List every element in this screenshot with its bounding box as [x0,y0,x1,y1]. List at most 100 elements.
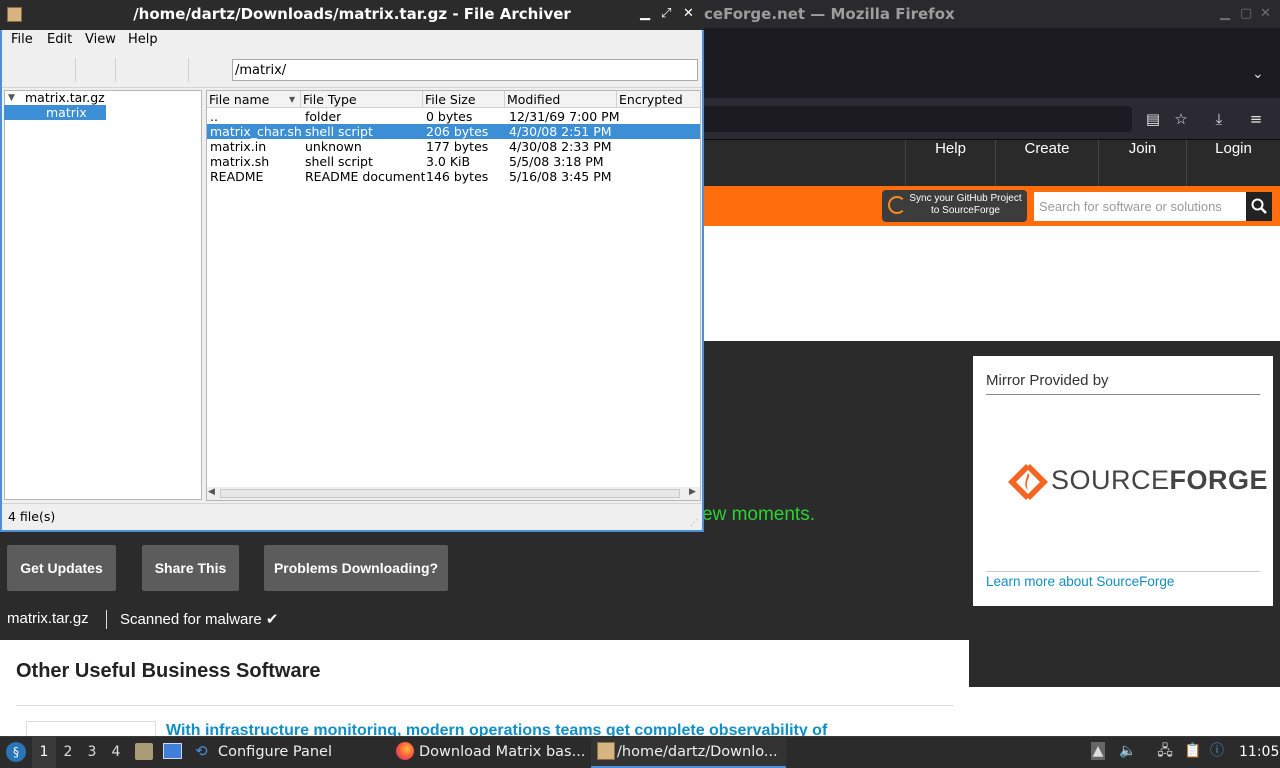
cell-size: 177 bytes [426,139,489,154]
separator [106,610,107,629]
toolbar-separator [75,58,76,82]
scroll-track[interactable] [220,489,680,498]
archiver-close-button[interactable]: ✕ [683,6,694,21]
sort-desc-icon: ▼ [289,95,296,104]
other-software-divider [16,705,954,706]
sync-line-1: Sync your GitHub Project [909,193,1022,204]
menu-icon[interactable]: ≡ [1245,108,1267,130]
archive-icon [7,7,22,22]
task-firefox[interactable]: Download Matrix bas... [393,736,587,768]
sourceforge-logo-text: SOURCEFORGE [1051,465,1269,495]
sf-search-button[interactable] [1246,192,1272,221]
resize-grip-icon[interactable]: ⋰ [690,518,700,528]
archiver-minimize-button[interactable]: ▁ [640,6,650,21]
menu-edit[interactable]: Edit [47,32,72,47]
list-all-tabs-icon[interactable]: ⌄ [1252,66,1264,82]
malware-scan-status: Scanned for malware ✔ [120,611,279,628]
show-desktop-icon[interactable] [163,743,182,759]
firefox-close-button[interactable]: ✕ [1260,6,1271,21]
mirror-title: Mirror Provided by [986,372,1109,389]
workspace-2[interactable]: 2 [56,736,80,768]
cell-type: README document [305,169,426,184]
column-header-type[interactable]: File Type [301,91,423,108]
tree-expander-icon[interactable]: ▼ [8,93,15,103]
ad-headline-link[interactable]: With infrastructure monitoring, modern o… [166,722,866,736]
mirror-divider [986,394,1260,395]
share-this-button[interactable]: Share This [142,545,239,591]
sourceforge-logo-icon [1008,464,1048,500]
learn-more-link[interactable]: Learn more about SourceForge [986,574,1174,589]
archive-icon [597,742,615,760]
problems-downloading-button[interactable]: Problems Downloading? [264,545,448,591]
reader-view-icon[interactable]: ▤ [1142,108,1164,130]
firefox-window-title: ceForge.net — Mozilla Firefox [704,5,955,23]
sf-nav-create[interactable]: Create [995,140,1098,186]
cell-modified: 4/30/08 2:51 PM [509,124,612,139]
column-header-modified[interactable]: Modified [505,91,617,108]
cell-name: .. [210,109,218,124]
column-header-name-label: File name [209,92,270,107]
tray-arrow-icon[interactable]: ▲ [1091,742,1105,760]
workspace-1[interactable]: 1 [32,736,56,768]
network-icon[interactable]: 🖧 [1156,742,1174,760]
toolbar-separator [188,58,189,82]
cell-type: unknown [305,139,362,154]
sync-icon [888,196,906,214]
notification-icon[interactable]: ⓘ [1208,742,1226,760]
sf-nav-login[interactable]: Login [1186,140,1280,186]
get-updates-button[interactable]: Get Updates [7,545,116,591]
cell-size: 146 bytes [426,169,489,184]
cell-name: README [210,169,264,184]
toolbar-separator [115,58,116,82]
tree-root-item[interactable]: matrix.tar.gz [25,90,105,105]
archiver-titlebar[interactable]: /home/dartz/Downloads/matrix.tar.gz - Fi… [0,0,704,30]
volume-icon[interactable]: 🔈 [1119,742,1137,760]
archiver-maximize-button[interactable]: ⤢ [661,6,671,21]
cell-modified: 5/5/08 3:18 PM [509,154,604,169]
firefox-url-bar[interactable] [690,106,1132,132]
sf-nav-join[interactable]: Join [1098,140,1186,186]
scroll-right-icon[interactable]: ▶ [689,487,696,497]
table-row[interactable]: matrix.in unknown 177 bytes 4/30/08 2:33 PM [207,139,700,154]
column-header-name[interactable]: File name ▼ [207,91,301,108]
file-manager-launcher-icon[interactable] [135,743,153,760]
table-row[interactable]: matrix.sh shell script 3.0 KiB 5/5/08 3:18 … [207,154,700,169]
location-input[interactable] [232,59,698,81]
sync-line-2: to SourceForge [931,205,1000,216]
app-menu-icon[interactable]: § [6,742,26,762]
task-configure-panel[interactable]: Configure Panel [192,736,382,768]
bookmark-star-icon[interactable]: ☆ [1170,108,1192,130]
folder-tree [4,90,202,500]
sf-nav-help[interactable]: Help [905,140,995,186]
file-count-status: 4 file(s) [8,509,56,524]
table-row[interactable]: .. folder 0 bytes 12/31/69 7:00 PM [207,109,700,124]
menu-help[interactable]: Help [128,32,158,47]
firefox-icon [396,742,414,760]
menu-file[interactable]: File [11,32,33,47]
task-file-archiver[interactable]: /home/dartz/Downlo... [591,736,786,768]
menu-view[interactable]: View [85,32,116,47]
workspace-4[interactable]: 4 [104,736,128,768]
sidebar-white-block [969,687,1280,740]
sf-download-message: ew moments. [702,504,815,525]
desktop: ceForge.net — Mozilla Firefox ▁ ▢ ✕ ⌄ ▤ … [0,0,1280,768]
cell-modified: 12/31/69 7:00 PM [509,109,620,124]
firefox-minimize-button[interactable]: ▁ [1220,6,1230,21]
table-row[interactable]: README README document 146 bytes 5/16/08 3:… [207,169,700,184]
tree-child-item[interactable]: matrix [4,105,106,120]
clipboard-icon[interactable]: 📋 [1184,742,1202,760]
cell-type: folder [305,109,342,124]
downloads-icon[interactable]: ⤓ [1208,108,1230,130]
scroll-left-icon[interactable]: ◀ [208,487,215,497]
column-header-size[interactable]: File Size [423,91,505,108]
workspace-3[interactable]: 3 [80,736,104,768]
other-software-title: Other Useful Business Software [16,660,321,682]
firefox-maximize-button[interactable]: ▢ [1240,6,1252,21]
cell-type: shell script [305,154,373,169]
column-header-encrypted[interactable]: Encrypted [617,91,700,108]
download-file-name: matrix.tar.gz [7,610,89,627]
clock[interactable]: 11:05 [1239,736,1279,768]
cell-modified: 5/16/08 3:45 PM [509,169,612,184]
sf-search-input[interactable] [1034,192,1246,221]
table-row[interactable]: matrix_char.sh shell script 206 bytes 4/30/… [207,124,700,139]
